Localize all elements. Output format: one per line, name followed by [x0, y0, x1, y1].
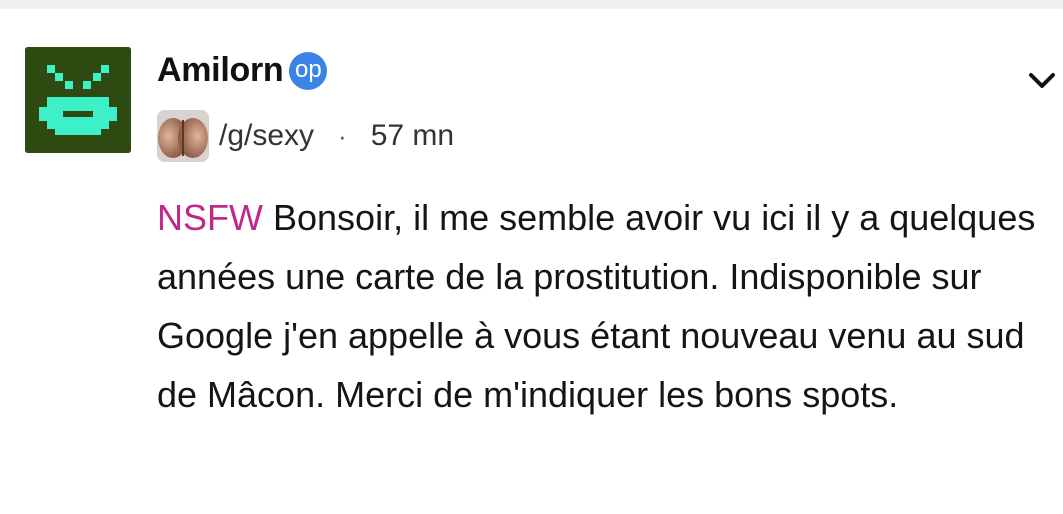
nsfw-tag: NSFW [157, 197, 263, 238]
meta-separator: · [338, 120, 347, 151]
community-link[interactable]: /g/sexy [219, 119, 314, 153]
top-separator-strip [0, 0, 1063, 9]
post-meta: /g/sexy · 57 mn [157, 110, 454, 162]
author-row: Amilorn op [157, 48, 328, 92]
community-avatar-icon[interactable] [157, 110, 209, 162]
author-name[interactable]: Amilorn [157, 51, 284, 90]
post-body: NSFW Bonsoir, il me semble avoir vu ici … [157, 188, 1037, 424]
post-timestamp: 57 mn [370, 119, 455, 152]
op-badge: op [289, 52, 328, 90]
user-avatar[interactable] [25, 47, 131, 153]
chevron-down-icon[interactable] [1024, 66, 1060, 96]
space-invader-icon [25, 47, 131, 153]
post-text: Bonsoir, il me semble avoir vu ici il y … [157, 197, 1036, 415]
